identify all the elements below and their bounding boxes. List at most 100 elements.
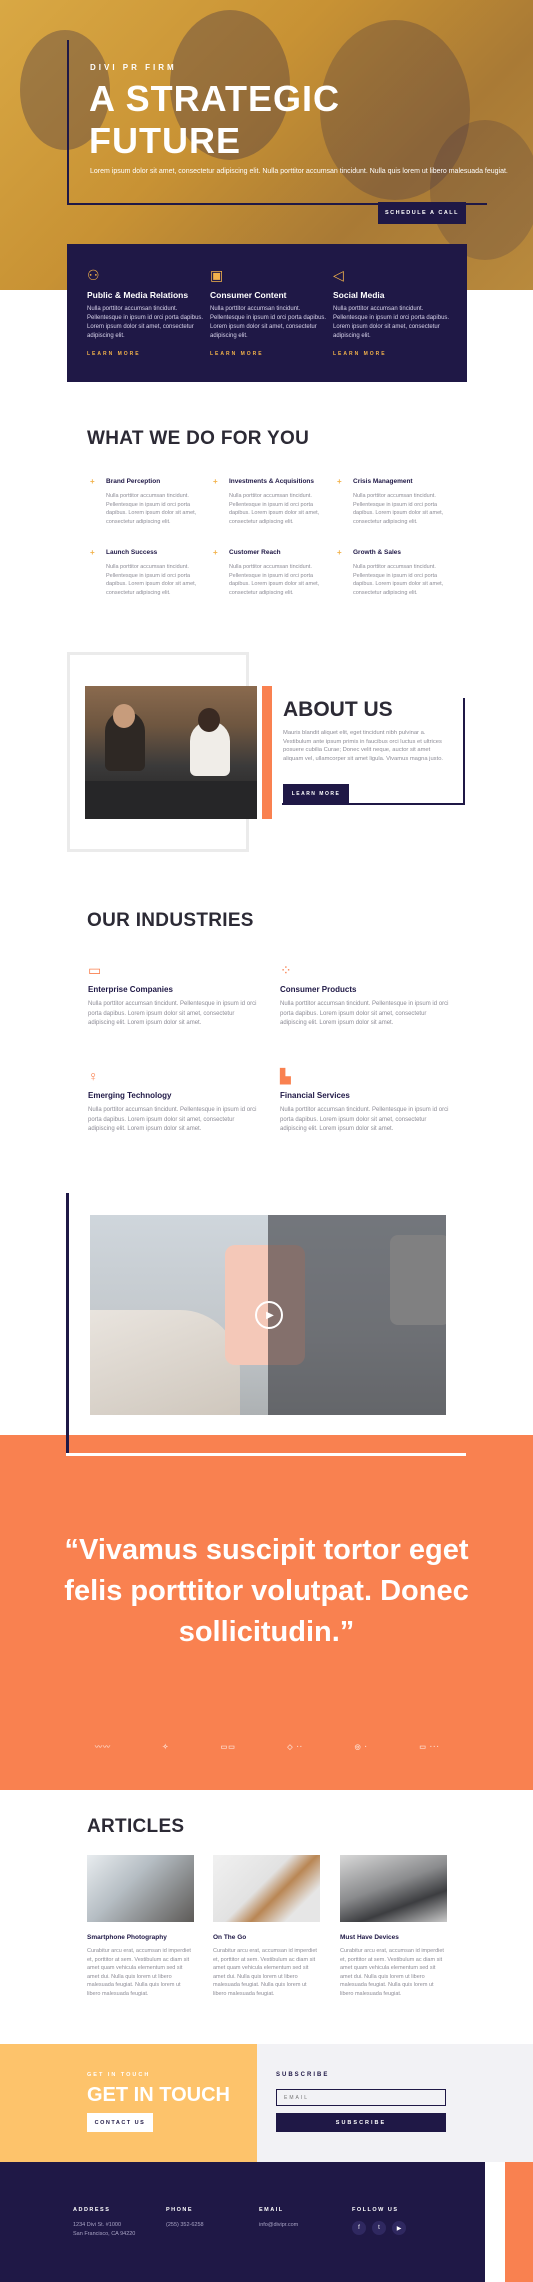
- hero-frame-line: [67, 40, 69, 205]
- article-card[interactable]: Must Have Devices Curabitur arcu erat, a…: [340, 1855, 447, 1998]
- feature-title: Crisis Management: [353, 478, 413, 485]
- footer-heading: PHONE: [166, 2207, 194, 2213]
- sweater-sleeve: [90, 1310, 240, 1415]
- subscribe-button[interactable]: SUBSCRIBE: [276, 2113, 446, 2132]
- industry-title: Consumer Products: [280, 985, 357, 994]
- about-text: Mauris blandit aliquet elit, eget tincid…: [283, 730, 444, 762]
- service-card: ⚇ Public & Media Relations Nulla porttit…: [87, 266, 205, 357]
- industry-item: ▭ Enterprise Companies Nulla porttitor a…: [88, 961, 258, 1029]
- about-frame-line: [463, 698, 465, 804]
- hero-title: A STRATEGIC FUTURE: [89, 78, 340, 161]
- footer-heading: ADDRESS: [73, 2207, 111, 2213]
- industry-title: Financial Services: [280, 1091, 350, 1100]
- service-title: Social Media: [333, 290, 385, 300]
- industries-title: OUR INDUSTRIES: [87, 910, 254, 931]
- plus-icon: +: [337, 477, 342, 486]
- hero-subtitle: Lorem ipsum dolor sit amet, consectetur …: [90, 168, 508, 175]
- lightbulb-icon: ♀: [88, 1068, 99, 1084]
- article-card[interactable]: Smartphone Photography Curabitur arcu er…: [87, 1855, 194, 1998]
- article-image[interactable]: [340, 1855, 447, 1922]
- twitter-icon[interactable]: t: [372, 2221, 386, 2235]
- services-panel: ⚇ Public & Media Relations Nulla porttit…: [67, 244, 467, 382]
- video-overlay: [268, 1215, 446, 1415]
- about-title: ABOUT US: [283, 698, 393, 721]
- service-card: ◁ Social Media Nulla porttitor accumsan …: [333, 266, 451, 357]
- industry-item: ♀ Emerging Technology Nulla porttitor ac…: [88, 1067, 258, 1135]
- article-title[interactable]: Must Have Devices: [340, 1934, 447, 1941]
- subscribe-label: SUBSCRIBE: [276, 2072, 330, 2078]
- article-text: Curabitur arcu erat, accumsan id imperdi…: [340, 1948, 444, 1997]
- feature-item: + Crisis Management Nulla porttitor accum…: [337, 477, 452, 526]
- industry-item: ⁘ Consumer Products Nulla porttitor accu…: [280, 961, 450, 1029]
- plus-icon: +: [213, 548, 218, 557]
- article-image[interactable]: [213, 1855, 320, 1922]
- client-logos: 〰〰 ✧ ▭▭ ◇ ·· ◎ · ▭ ···: [95, 1742, 440, 1752]
- feature-title: Growth & Sales: [353, 549, 402, 556]
- email-address[interactable]: info@divipr.com: [259, 2221, 298, 2230]
- feature-item: + Investments & Acquisitions Nulla portti…: [213, 477, 328, 526]
- plus-icon: +: [213, 477, 218, 486]
- learn-more-link[interactable]: LEARN MORE: [333, 351, 451, 357]
- feature-title: Customer Reach: [229, 549, 281, 556]
- feature-item: + Brand Perception Nulla porttitor accums…: [90, 477, 205, 526]
- about-accent-bar: [262, 686, 272, 819]
- contact-eyebrow: GET IN TOUCH: [87, 2072, 151, 2078]
- about-learn-more-button[interactable]: LEARN MORE: [283, 784, 349, 804]
- person-head: [113, 704, 135, 728]
- service-text: Nulla porttitor accumsan tincidunt. Pell…: [333, 306, 450, 339]
- feature-text: Nulla porttitor accumsan tincidunt. Pell…: [353, 493, 444, 525]
- hero-eyebrow: DIVI PR FIRM: [90, 63, 177, 72]
- phone-number[interactable]: (255) 352-6258: [166, 2221, 204, 2230]
- article-image[interactable]: [87, 1855, 194, 1922]
- what-we-do-title: WHAT WE DO FOR YOU: [87, 428, 310, 449]
- industry-text: Nulla porttitor accumsan tincidunt. Pell…: [280, 1107, 449, 1132]
- schedule-call-button[interactable]: SCHEDULE A CALL: [378, 202, 466, 224]
- client-logo: ◎ ·: [354, 1744, 368, 1751]
- feature-text: Nulla porttitor accumsan tincidunt. Pell…: [106, 493, 197, 525]
- briefcase-icon: ▭: [88, 962, 102, 978]
- contact-us-button[interactable]: CONTACT US: [87, 2113, 153, 2132]
- feature-item: + Launch Success Nulla porttitor accumsan…: [90, 548, 205, 597]
- industry-text: Nulla porttitor accumsan tincidunt. Pell…: [280, 1001, 449, 1026]
- email-field[interactable]: [276, 2089, 446, 2106]
- feature-text: Nulla porttitor accumsan tincidunt. Pell…: [353, 564, 444, 596]
- articles-title: ARTICLES: [87, 1816, 185, 1837]
- feature-title: Launch Success: [106, 549, 158, 556]
- service-text: Nulla porttitor accumsan tincidunt. Pell…: [210, 306, 327, 339]
- hero-background-shape: [430, 120, 533, 260]
- service-text: Nulla porttitor accumsan tincidunt. Pell…: [87, 306, 204, 339]
- learn-more-link[interactable]: LEARN MORE: [87, 351, 205, 357]
- footer-heading: EMAIL: [259, 2207, 284, 2213]
- article-text: Curabitur arcu erat, accumsan id imperdi…: [213, 1948, 317, 1997]
- client-logo: ✧: [162, 1744, 170, 1751]
- plus-icon: +: [90, 477, 95, 486]
- article-title[interactable]: On The Go: [213, 1934, 320, 1941]
- industry-title: Emerging Technology: [88, 1091, 172, 1100]
- facebook-icon[interactable]: f: [352, 2221, 366, 2235]
- network-icon: ⚇: [87, 267, 100, 283]
- industry-title: Enterprise Companies: [88, 985, 173, 994]
- footer-social: FOLLOW US f t ▶: [352, 2207, 406, 2235]
- feature-text: Nulla porttitor accumsan tincidunt. Pell…: [229, 493, 320, 525]
- play-icon[interactable]: ▶: [255, 1301, 283, 1329]
- about-photo: [85, 686, 257, 819]
- plus-icon: +: [337, 548, 342, 557]
- article-title[interactable]: Smartphone Photography: [87, 1934, 194, 1941]
- video-frame-line: [66, 1453, 466, 1456]
- article-card[interactable]: On The Go Curabitur arcu erat, accumsan …: [213, 1855, 320, 1998]
- client-logo: ◇ ··: [287, 1744, 304, 1751]
- footer-email: EMAIL info@divipr.com: [259, 2207, 298, 2230]
- address-line: San Francisco, CA 94220: [73, 2231, 136, 2237]
- service-title: Consumer Content: [210, 290, 287, 300]
- youtube-icon[interactable]: ▶: [392, 2221, 406, 2235]
- plus-icon: +: [90, 548, 95, 557]
- client-logo: 〰〰: [95, 1744, 111, 1751]
- learn-more-link[interactable]: LEARN MORE: [210, 351, 328, 357]
- footer-heading: FOLLOW US: [352, 2207, 399, 2213]
- document-icon: ▣: [210, 267, 224, 283]
- contact-title: GET IN TOUCH: [87, 2084, 230, 2106]
- video-player[interactable]: ▶: [90, 1215, 446, 1415]
- industry-text: Nulla porttitor accumsan tincidunt. Pell…: [88, 1107, 257, 1132]
- footer-accent-stripe: [505, 2162, 533, 2282]
- footer-accent-stripe: [485, 2162, 505, 2282]
